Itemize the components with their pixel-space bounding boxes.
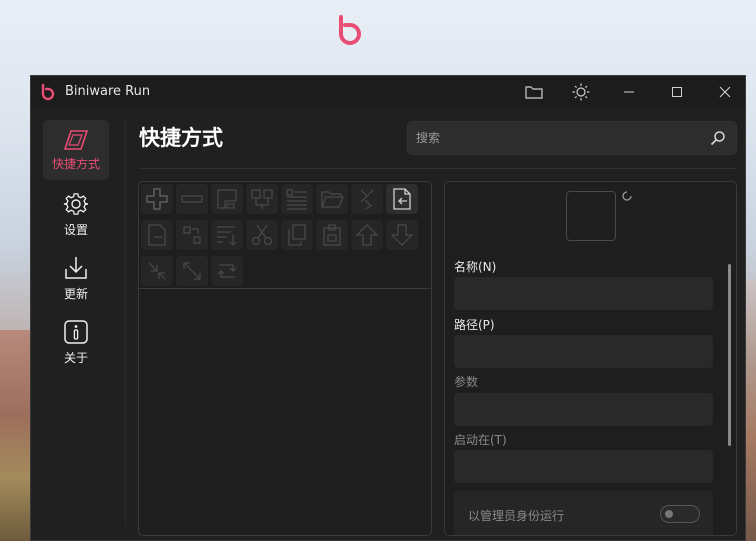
list-button[interactable] — [281, 184, 313, 214]
title-bar[interactable]: Biniware Run — [31, 76, 745, 108]
import-icon — [393, 188, 411, 210]
paste-icon — [323, 224, 341, 246]
copy-icon — [288, 224, 306, 246]
sidebar-item-label: 快捷方式 — [51, 156, 100, 171]
shortcut-details-panel: 名称(N) 路径(P) 参数 启动在(T) 以管理员身份运行 — [444, 181, 737, 536]
page-title: 快捷方式 — [139, 126, 223, 150]
move-up-icon — [355, 224, 379, 246]
gear-icon — [63, 192, 89, 215]
move-up-button[interactable] — [351, 220, 383, 250]
minimize-button[interactable] — [607, 78, 651, 106]
shortcut-list-panel — [138, 181, 432, 536]
group-button[interactable] — [246, 184, 278, 214]
sidebar-item-update[interactable]: 更新 — [43, 248, 109, 308]
refresh-button[interactable] — [211, 256, 243, 286]
path-field[interactable] — [454, 335, 713, 368]
start-in-field[interactable] — [454, 450, 713, 483]
window-title: Biniware Run — [65, 84, 151, 99]
expand-button[interactable] — [176, 256, 208, 286]
open-folder-icon — [321, 191, 344, 208]
copy-button[interactable] — [281, 220, 313, 250]
reload-icon[interactable] — [621, 190, 633, 202]
edit-icon — [217, 189, 237, 209]
biniware-logo-icon — [339, 15, 361, 45]
sidebar-item-shortcuts[interactable]: 快捷方式 — [43, 120, 109, 180]
desktop-wallpaper-left — [0, 330, 34, 541]
cut-icon — [251, 224, 273, 246]
move-down-button[interactable] — [386, 220, 418, 250]
header-divider — [139, 168, 737, 169]
open-folder-button[interactable] — [512, 78, 556, 106]
app-logo-icon — [41, 83, 55, 101]
move-down-icon — [390, 224, 414, 246]
toggle-knob — [665, 510, 673, 518]
maximize-button[interactable] — [655, 78, 699, 106]
run-as-admin-label: 以管理员身份运行 — [468, 509, 565, 523]
sidebar-item-label: 更新 — [63, 286, 88, 301]
close-icon — [719, 86, 731, 98]
merge-button[interactable] — [351, 184, 383, 214]
collapse-icon — [148, 262, 166, 280]
export-button[interactable] — [141, 220, 173, 250]
close-button[interactable] — [703, 78, 747, 106]
arguments-field[interactable] — [454, 393, 713, 426]
move-icon — [183, 226, 201, 244]
open-folder-tool-button[interactable] — [316, 184, 348, 214]
path-label: 路径(P) — [454, 318, 495, 332]
toolbar-separator — [139, 288, 431, 289]
shortcut-icon-preview[interactable] — [566, 191, 616, 241]
search-box[interactable] — [407, 121, 737, 155]
sort-icon — [217, 226, 237, 246]
sidebar-item-about[interactable]: 关于 — [43, 312, 109, 372]
sidebar-item-label: 设置 — [63, 222, 88, 237]
export-icon — [148, 224, 166, 246]
theme-toggle-button[interactable] — [559, 78, 603, 106]
paste-button[interactable] — [316, 220, 348, 250]
move-button[interactable] — [176, 220, 208, 250]
theme-sun-icon — [572, 83, 590, 101]
name-field[interactable] — [454, 277, 713, 310]
refresh-icon — [217, 264, 237, 278]
run-as-admin-toggle[interactable] — [660, 505, 700, 523]
sidebar-item-label: 关于 — [63, 350, 88, 365]
cut-button[interactable] — [246, 220, 278, 250]
app-window: Biniware Run 快捷方式 设置 更新 关于 快捷方式 搜索 名称(N)… — [30, 75, 746, 541]
run-as-admin-row: 以管理员身份运行 — [454, 491, 713, 535]
shortcuts-icon — [63, 129, 89, 150]
add-icon — [146, 188, 168, 210]
start-in-label: 启动在(T) — [454, 433, 507, 447]
list-icon — [286, 189, 307, 210]
collapse-button[interactable] — [141, 256, 173, 286]
import-button[interactable] — [386, 184, 418, 214]
add-button[interactable] — [141, 184, 173, 214]
name-label: 名称(N) — [454, 260, 497, 274]
maximize-icon — [672, 87, 682, 97]
remove-button[interactable] — [176, 184, 208, 214]
group-icon — [251, 189, 273, 209]
search-icon[interactable] — [710, 130, 726, 146]
download-icon — [65, 256, 87, 279]
merge-icon — [360, 189, 374, 210]
edit-button[interactable] — [211, 184, 243, 214]
minimize-icon — [624, 91, 634, 93]
sidebar-divider — [125, 120, 126, 525]
info-icon — [64, 319, 88, 344]
arguments-label: 参数 — [454, 375, 479, 389]
expand-icon — [183, 262, 201, 280]
sort-button[interactable] — [211, 220, 243, 250]
search-input[interactable] — [408, 122, 698, 154]
folder-icon — [525, 86, 543, 99]
details-scrollbar[interactable] — [728, 264, 731, 446]
remove-icon — [181, 195, 203, 203]
sidebar-item-settings[interactable]: 设置 — [43, 184, 109, 244]
